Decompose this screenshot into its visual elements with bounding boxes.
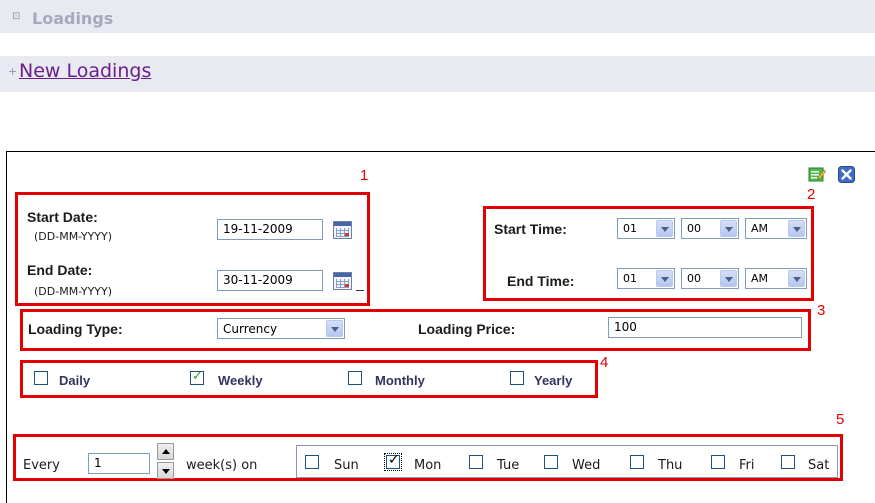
start-hour-select[interactable]: 01 bbox=[617, 218, 675, 239]
start-time-label: Start Time: bbox=[494, 221, 567, 237]
start-ampm-select[interactable]: AM bbox=[745, 218, 807, 239]
weekly-label: Weekly bbox=[218, 373, 263, 388]
day-label-sat: Sat bbox=[808, 458, 830, 473]
yearly-checkbox[interactable] bbox=[510, 371, 524, 385]
monthly-label: Monthly bbox=[375, 373, 425, 388]
loading-type-label: Loading Type: bbox=[28, 321, 123, 337]
start-date-calendar-icon[interactable] bbox=[333, 221, 352, 239]
chevron-down-icon bbox=[720, 220, 737, 237]
marker-1: 1 bbox=[360, 167, 369, 184]
chevron-down-icon bbox=[788, 220, 805, 237]
chevron-down-icon bbox=[656, 270, 673, 287]
end-minute-select[interactable]: 00 bbox=[681, 268, 739, 289]
section-title: Loadings bbox=[32, 9, 114, 28]
chevron-down-icon bbox=[656, 220, 673, 237]
loading-price-input[interactable]: 100 bbox=[608, 317, 802, 338]
day-checkbox-tue[interactable] bbox=[469, 455, 483, 469]
save-edit-icon[interactable] bbox=[808, 165, 826, 183]
every-label: Every bbox=[23, 458, 60, 473]
marker-4: 4 bbox=[600, 354, 609, 371]
end-date-format: (DD-MM-YYYY) bbox=[34, 285, 113, 298]
weeks-on-label: week(s) on bbox=[186, 458, 258, 473]
day-label-thu: Thu bbox=[658, 458, 683, 473]
chevron-down-icon bbox=[326, 320, 343, 337]
divider bbox=[356, 290, 364, 291]
start-date-format: (DD-MM-YYYY) bbox=[34, 230, 113, 243]
day-label-fri: Fri bbox=[739, 458, 755, 473]
stepper-down-icon[interactable] bbox=[157, 462, 174, 479]
day-label-wed: Wed bbox=[572, 458, 601, 473]
start-minute-select[interactable]: 00 bbox=[681, 218, 739, 239]
day-label-tue: Tue bbox=[497, 458, 520, 473]
daily-checkbox[interactable] bbox=[34, 371, 48, 385]
stepper-up-icon[interactable] bbox=[157, 443, 174, 460]
day-checkbox-sat[interactable] bbox=[781, 455, 795, 469]
loading-price-label: Loading Price: bbox=[418, 321, 516, 337]
day-label-sun: Sun bbox=[334, 458, 359, 473]
marker-3: 3 bbox=[817, 302, 826, 319]
start-date-input[interactable]: 19-11-2009 bbox=[217, 219, 323, 240]
new-loadings-bar: + New Loadings bbox=[0, 56, 875, 92]
day-checkbox-thu[interactable] bbox=[630, 455, 644, 469]
end-date-input[interactable]: 30-11-2009 bbox=[217, 270, 323, 291]
marker-2: 2 bbox=[807, 186, 816, 203]
yearly-label: Yearly bbox=[534, 373, 573, 388]
close-icon[interactable] bbox=[838, 166, 856, 184]
new-loadings-link[interactable]: New Loadings bbox=[19, 60, 151, 82]
day-checkbox-fri[interactable] bbox=[711, 455, 725, 469]
loadings-header-bar: ⊡ Loadings bbox=[0, 0, 875, 34]
day-checkbox-mon[interactable] bbox=[384, 452, 402, 471]
end-ampm-select[interactable]: AM bbox=[745, 268, 807, 289]
every-weeks-input[interactable]: 1 bbox=[88, 453, 150, 474]
days-group bbox=[296, 445, 838, 478]
chevron-down-icon bbox=[788, 270, 805, 287]
day-label-mon: Mon bbox=[414, 458, 442, 473]
monthly-checkbox[interactable] bbox=[348, 371, 362, 385]
day-checkbox-wed[interactable] bbox=[544, 455, 558, 469]
section-expand-icon[interactable]: ⊡ bbox=[12, 12, 24, 23]
end-date-calendar-icon[interactable] bbox=[333, 272, 352, 290]
end-date-label: End Date: bbox=[27, 262, 93, 278]
plus-icon: + bbox=[8, 65, 18, 78]
day-checkbox-sun[interactable] bbox=[305, 455, 319, 469]
start-date-label: Start Date: bbox=[27, 209, 98, 225]
end-time-label: End Time: bbox=[507, 273, 575, 289]
loading-type-select[interactable]: Currency bbox=[217, 318, 345, 339]
end-hour-select[interactable]: 01 bbox=[617, 268, 675, 289]
weekly-checkbox[interactable] bbox=[190, 369, 204, 385]
marker-5: 5 bbox=[836, 411, 845, 428]
daily-label: Daily bbox=[59, 373, 91, 388]
chevron-down-icon bbox=[720, 270, 737, 287]
